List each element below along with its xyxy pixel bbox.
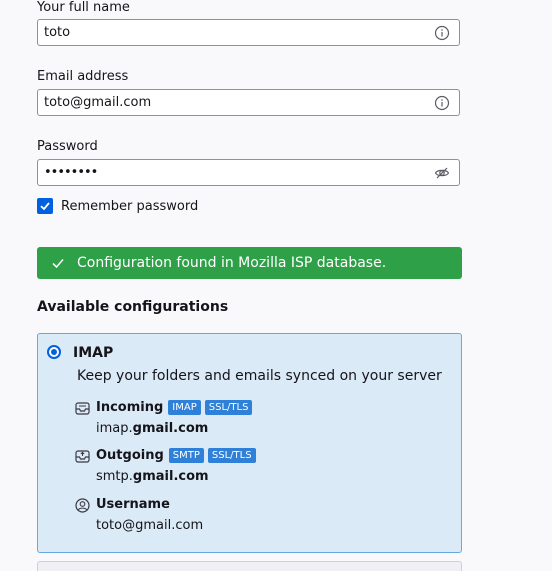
remember-password-label: Remember password bbox=[61, 198, 199, 214]
incoming-security-badge: SSL/TLS bbox=[204, 400, 253, 415]
protocol-description: Keep your folders and emails synced on y… bbox=[77, 368, 442, 384]
incoming-host-prefix: imap. bbox=[96, 421, 133, 436]
username-heading: Username bbox=[96, 497, 175, 512]
outgoing-host-domain: gmail.com bbox=[132, 469, 209, 484]
outgoing-heading: Outgoing SMTP SSL/TLS bbox=[96, 448, 260, 463]
email-input[interactable]: toto@gmail.com bbox=[37, 89, 460, 116]
outgoing-label: Outgoing bbox=[96, 448, 164, 463]
checkmark-icon bbox=[40, 202, 50, 211]
outgoing-host-prefix: smtp. bbox=[96, 469, 133, 484]
outgoing-security-badge: SSL/TLS bbox=[207, 448, 256, 463]
config-found-notification: Configuration found in Mozilla ISP datab… bbox=[37, 247, 462, 279]
checkmark-icon bbox=[52, 259, 64, 269]
remember-password-row[interactable]: Remember password bbox=[37, 197, 198, 215]
next-config-option[interactable] bbox=[37, 561, 462, 571]
username-value: toto@gmail.com bbox=[96, 518, 204, 533]
info-icon[interactable] bbox=[434, 95, 450, 111]
full-name-value: toto bbox=[44, 25, 71, 40]
password-value: •••••••• bbox=[44, 165, 98, 180]
password-label: Password bbox=[37, 139, 98, 154]
available-configs-heading: Available configurations bbox=[37, 299, 229, 315]
incoming-protocol-badge: IMAP bbox=[168, 400, 201, 415]
eye-slash-icon[interactable] bbox=[434, 165, 450, 181]
incoming-host-domain: gmail.com bbox=[132, 421, 209, 436]
inbox-icon bbox=[75, 402, 90, 415]
email-value: toto@gmail.com bbox=[44, 95, 152, 110]
imap-config-option[interactable]: IMAP Keep your folders and emails synced… bbox=[37, 333, 462, 553]
radio-selected-dot bbox=[51, 349, 57, 355]
outbox-icon bbox=[75, 450, 90, 463]
user-icon bbox=[75, 498, 90, 513]
email-label: Email address bbox=[37, 69, 129, 84]
outgoing-host: smtp.gmail.com bbox=[96, 469, 209, 484]
info-icon[interactable] bbox=[434, 25, 450, 41]
full-name-label: Your full name bbox=[37, 0, 130, 15]
notification-text: Configuration found in Mozilla ISP datab… bbox=[77, 255, 387, 271]
incoming-heading: Incoming IMAP SSL/TLS bbox=[96, 400, 256, 415]
outgoing-protocol-badge: SMTP bbox=[168, 448, 204, 463]
password-input[interactable]: •••••••• bbox=[37, 159, 460, 186]
incoming-label: Incoming bbox=[96, 400, 164, 415]
remember-password-checkbox[interactable] bbox=[37, 198, 53, 214]
protocol-title: IMAP bbox=[73, 345, 114, 361]
username-label: Username bbox=[96, 497, 170, 512]
account-setup-page: Your full name toto Email address toto@g… bbox=[0, 0, 552, 571]
incoming-host: imap.gmail.com bbox=[96, 421, 208, 436]
imap-radio[interactable] bbox=[47, 345, 61, 359]
full-name-input[interactable]: toto bbox=[37, 19, 460, 46]
